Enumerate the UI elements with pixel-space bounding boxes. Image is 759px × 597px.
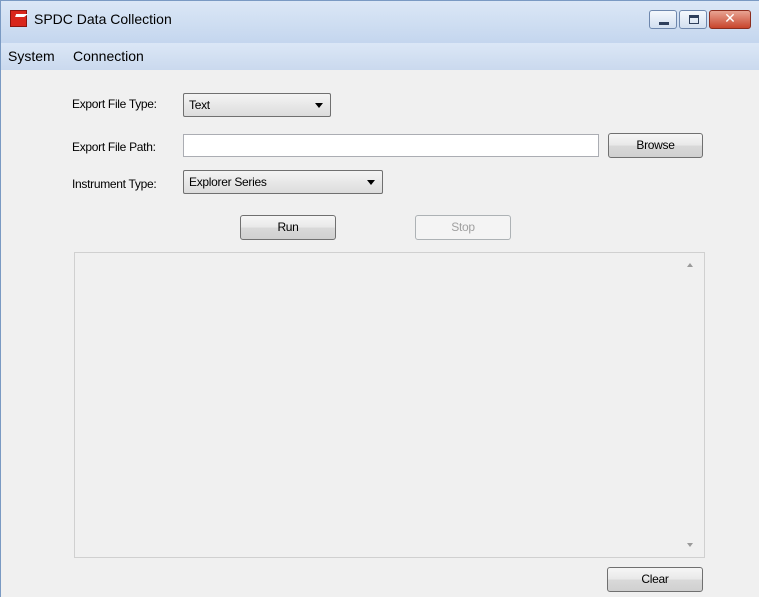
scroll-down-icon[interactable] xyxy=(687,543,693,547)
minimize-button[interactable] xyxy=(649,10,677,29)
run-button[interactable]: Run xyxy=(240,215,336,240)
instrument-type-select[interactable]: Explorer Series xyxy=(183,170,383,194)
export-file-path-input[interactable] xyxy=(183,134,599,157)
export-file-type-select[interactable]: Text xyxy=(183,93,331,117)
browse-button[interactable]: Browse xyxy=(608,133,703,158)
maximize-button[interactable] xyxy=(679,10,707,29)
export-file-type-value: Text xyxy=(189,98,210,112)
menu-connection[interactable]: Connection xyxy=(73,48,144,64)
title-bar[interactable]: SPDC Data Collection ✕ xyxy=(1,1,759,43)
instrument-type-value: Explorer Series xyxy=(189,175,267,189)
window-title: SPDC Data Collection xyxy=(34,11,172,27)
stop-button: Stop xyxy=(415,215,511,240)
menu-bar: System Connection xyxy=(1,43,759,70)
output-textarea[interactable] xyxy=(74,252,705,558)
minimize-icon xyxy=(659,22,669,25)
main-window: SPDC Data Collection ✕ System Connection… xyxy=(0,0,759,597)
menu-system[interactable]: System xyxy=(8,48,55,64)
window-controls: ✕ xyxy=(649,10,751,29)
app-logo-icon xyxy=(10,10,27,27)
chevron-down-icon xyxy=(315,103,323,108)
close-icon: ✕ xyxy=(724,10,736,26)
scroll-up-icon[interactable] xyxy=(687,263,693,267)
clear-button[interactable]: Clear xyxy=(607,567,703,592)
chevron-down-icon xyxy=(367,180,375,185)
instrument-type-label: Instrument Type: xyxy=(72,177,157,191)
export-file-path-label: Export File Path: xyxy=(72,140,156,154)
maximize-icon xyxy=(689,15,699,24)
export-file-type-label: Export File Type: xyxy=(72,97,157,111)
close-button[interactable]: ✕ xyxy=(709,10,751,29)
